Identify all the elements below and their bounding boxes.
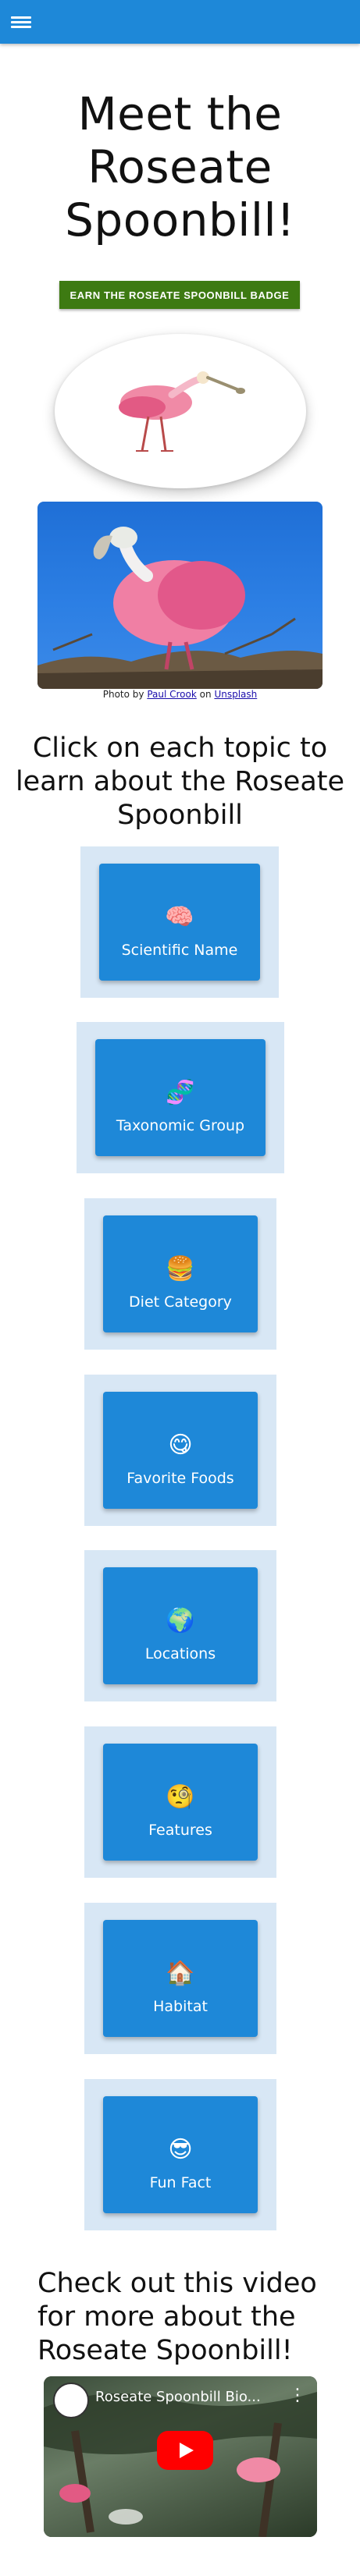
credit-middle: on	[199, 689, 212, 700]
topic-card-habitat[interactable]: 🏠 Habitat	[103, 1920, 258, 2037]
channel-logo-icon[interactable]	[53, 2383, 89, 2418]
topic-card-wrapper: 🌍 Locations	[84, 1550, 276, 1701]
more-options-icon[interactable]: ⋮	[289, 2387, 306, 2404]
video-title[interactable]: Roseate Spoonbill Bio...	[95, 2389, 261, 2405]
topic-label: Features	[148, 1822, 212, 1839]
brain-icon: 🧠	[165, 903, 194, 931]
video-heading: Check out this video for more about the …	[37, 2268, 317, 2366]
video-embed[interactable]: Roseate Spoonbill Bio... ⋮	[44, 2376, 317, 2537]
topic-label: Favorite Foods	[127, 1470, 234, 1487]
top-app-bar	[0, 0, 360, 44]
topic-card-wrapper: 😎 Fun Fact	[84, 2079, 276, 2230]
photographer-link[interactable]: Paul Crook	[147, 689, 197, 700]
topic-card-fun-fact[interactable]: 😎 Fun Fact	[103, 2096, 258, 2213]
topic-card-features[interactable]: 🧐 Features	[103, 1744, 258, 1861]
topic-label: Scientific Name	[121, 942, 238, 959]
sunglasses-face-icon: 😎	[168, 2136, 193, 2163]
topic-card-wrapper: 🧬 Taxonomic Group	[77, 1022, 284, 1173]
topic-label: Taxonomic Group	[116, 1117, 245, 1134]
spoonbill-photo	[37, 502, 323, 689]
spoonbill-illustration	[55, 334, 306, 488]
topic-card-favorite-foods[interactable]: 😋 Favorite Foods	[103, 1392, 258, 1509]
hamburger-icon: 🍔	[166, 1255, 195, 1283]
yum-face-icon: 😋	[168, 1432, 193, 1459]
photo-credit: Photo by Paul Crook on Unsplash	[0, 689, 360, 700]
topic-card-taxonomic-group[interactable]: 🧬 Taxonomic Group	[95, 1039, 266, 1156]
topic-card-wrapper: 🧠 Scientific Name	[80, 846, 279, 998]
globe-icon: 🌍	[166, 1607, 195, 1634]
topic-card-wrapper: 🍔 Diet Category	[84, 1198, 276, 1350]
hamburger-menu-icon[interactable]	[11, 14, 31, 30]
topic-card-wrapper: 🏠 Habitat	[84, 1903, 276, 2054]
house-icon: 🏠	[166, 1960, 195, 1987]
dna-icon: 🧬	[166, 1079, 195, 1106]
topic-card-diet-category[interactable]: 🍔 Diet Category	[103, 1215, 258, 1332]
credit-prefix: Photo by	[102, 689, 144, 700]
unsplash-link[interactable]: Unsplash	[214, 689, 257, 700]
topic-label: Locations	[144, 1645, 216, 1662]
topic-label: Habitat	[153, 1998, 208, 2015]
topic-card-scientific-name[interactable]: 🧠 Scientific Name	[99, 864, 260, 981]
play-button-icon[interactable]	[157, 2431, 213, 2470]
topics-heading: Click on each topic to learn about the R…	[15, 733, 345, 831]
topic-card-wrapper: 😋 Favorite Foods	[84, 1375, 276, 1526]
topic-card-locations[interactable]: 🌍 Locations	[103, 1567, 258, 1684]
earn-badge-button[interactable]: EARN THE ROSEATE SPOONBILL BADGE	[59, 281, 300, 309]
topic-card-wrapper: 🧐 Features	[84, 1726, 276, 1878]
monocle-face-icon: 🧐	[166, 1783, 195, 1811]
page-title: Meet the Roseate Spoonbill!	[65, 87, 295, 247]
topic-label: Fun Fact	[149, 2174, 212, 2191]
topic-label: Diet Category	[129, 1293, 232, 1311]
